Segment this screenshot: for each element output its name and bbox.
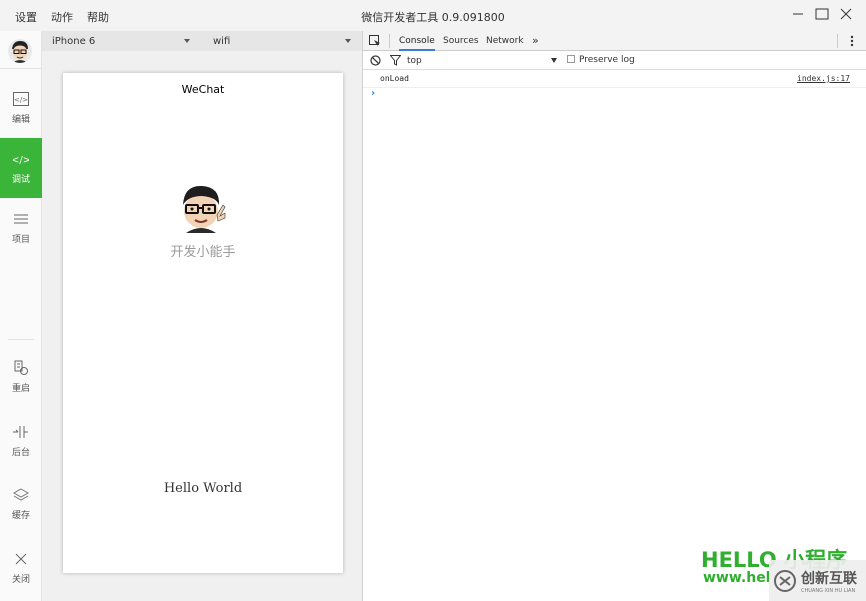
window-controls — [790, 6, 854, 22]
chevron-down-icon — [345, 39, 351, 43]
restart-icon — [13, 360, 29, 376]
watermark-brand-sub: CHUANG XIN HU LIAN — [801, 587, 856, 594]
tab-console[interactable]: Console — [399, 31, 435, 51]
title-bar: 设置 动作 帮助 微信开发者工具 0.9.091800 — [0, 0, 866, 31]
console-toolbar: top Preserve log — [363, 51, 866, 70]
devtools-menu-button[interactable] — [850, 35, 854, 50]
layers-icon — [13, 487, 29, 503]
watermark-badge-text: 创新互联 CHUANG XIN HU LIAN — [801, 568, 857, 594]
avatar[interactable] — [8, 39, 32, 63]
sidebar-item-label: 缓存 — [11, 511, 30, 521]
preserve-log-label: Preserve log — [579, 55, 635, 65]
toolbar-divider — [389, 34, 390, 48]
minimize-button[interactable] — [790, 6, 806, 22]
sidebar-item-label: 后台 — [11, 448, 30, 458]
background-icon — [13, 424, 29, 440]
sidebar-item-background[interactable]: 后台 — [0, 411, 42, 471]
hello-text: Hello World — [163, 481, 243, 496]
sidebar-divider — [0, 68, 42, 69]
sidebar-item-label: 调试 — [11, 175, 30, 185]
devtools-tabs: Console Sources Network » — [363, 31, 866, 51]
tab-network[interactable]: Network — [486, 31, 524, 51]
svg-text:</>: </> — [13, 155, 29, 165]
sidebar: </> 编辑 </> 调试 项目 重启 后台 缓存 关闭 — [0, 31, 42, 601]
close-window-button[interactable] — [838, 6, 854, 22]
clear-icon — [370, 55, 381, 66]
sidebar-item-label: 项目 — [11, 235, 30, 245]
sidebar-item-close[interactable]: 关闭 — [0, 538, 42, 598]
sidebar-item-restart[interactable]: 重启 — [0, 347, 42, 407]
watermark-brand: 创新互联 — [801, 570, 857, 587]
nickname: 开发小能手 — [170, 245, 236, 260]
watermark-url: www.hel — [703, 570, 771, 586]
console-prompt[interactable]: › — [371, 88, 375, 99]
user-avatar[interactable] — [180, 183, 226, 233]
sidebar-item-edit[interactable]: </> 编辑 — [0, 78, 42, 138]
preserve-log-checkbox[interactable] — [567, 55, 575, 63]
simulator-area: WeChat 开发小能手 Hello World — [42, 51, 362, 601]
log-source-link[interactable]: index.js:17 — [797, 74, 850, 83]
sidebar-item-label: 重启 — [11, 384, 30, 394]
sidebar-item-cache[interactable]: 缓存 — [0, 474, 42, 534]
devtools-panel: Console Sources Network » top Preserve l… — [362, 31, 866, 601]
clear-console-button[interactable] — [370, 55, 381, 69]
toolbar-divider — [837, 34, 838, 48]
sidebar-item-label: 关闭 — [11, 575, 30, 585]
window-title: 微信开发者工具 0.9.091800 — [361, 11, 505, 24]
inspect-element-button[interactable] — [369, 35, 381, 50]
chevron-down-icon — [184, 39, 190, 43]
inspect-icon — [369, 35, 380, 47]
brand-logo-icon — [774, 569, 796, 592]
simulator-toolbar: iPhone 6 wifi — [42, 31, 362, 51]
watermark-badge: 创新互联 CHUANG XIN HU LIAN — [769, 560, 866, 601]
menu-lines-icon — [13, 211, 29, 227]
context-select[interactable]: top — [407, 51, 557, 70]
console-message: onLoad index.js:17 — [363, 70, 866, 88]
device-select-value: iPhone 6 — [52, 35, 96, 47]
code-file-icon: </> — [13, 91, 29, 107]
chevron-down-icon — [551, 58, 557, 63]
filter-icon — [389, 55, 402, 66]
maximize-button[interactable] — [814, 6, 830, 22]
tab-sources[interactable]: Sources — [443, 31, 479, 51]
page-title: WeChat — [181, 83, 225, 96]
network-select[interactable]: wifi — [203, 31, 359, 51]
network-select-value: wifi — [213, 35, 231, 47]
filter-button[interactable] — [389, 55, 402, 69]
close-icon — [840, 8, 852, 20]
log-text: onLoad — [380, 74, 409, 83]
phone-screen: WeChat 开发小能手 Hello World — [63, 73, 343, 573]
avatar-icon — [183, 185, 226, 233]
minimize-icon — [793, 13, 803, 15]
svg-text:</>: </> — [14, 96, 28, 104]
avatar-icon — [8, 39, 32, 63]
code-brackets-icon: </> — [13, 151, 29, 167]
sidebar-item-project[interactable]: 项目 — [0, 198, 42, 258]
sidebar-divider — [8, 339, 34, 340]
sidebar-item-debug[interactable]: </> 调试 — [0, 138, 42, 198]
device-select[interactable]: iPhone 6 — [42, 31, 198, 51]
sidebar-item-label: 编辑 — [11, 115, 30, 125]
maximize-icon — [815, 8, 829, 20]
kebab-menu-icon — [850, 35, 854, 47]
more-tabs-button[interactable]: » — [532, 31, 539, 51]
close-icon — [13, 551, 29, 567]
context-select-value: top — [407, 55, 422, 66]
